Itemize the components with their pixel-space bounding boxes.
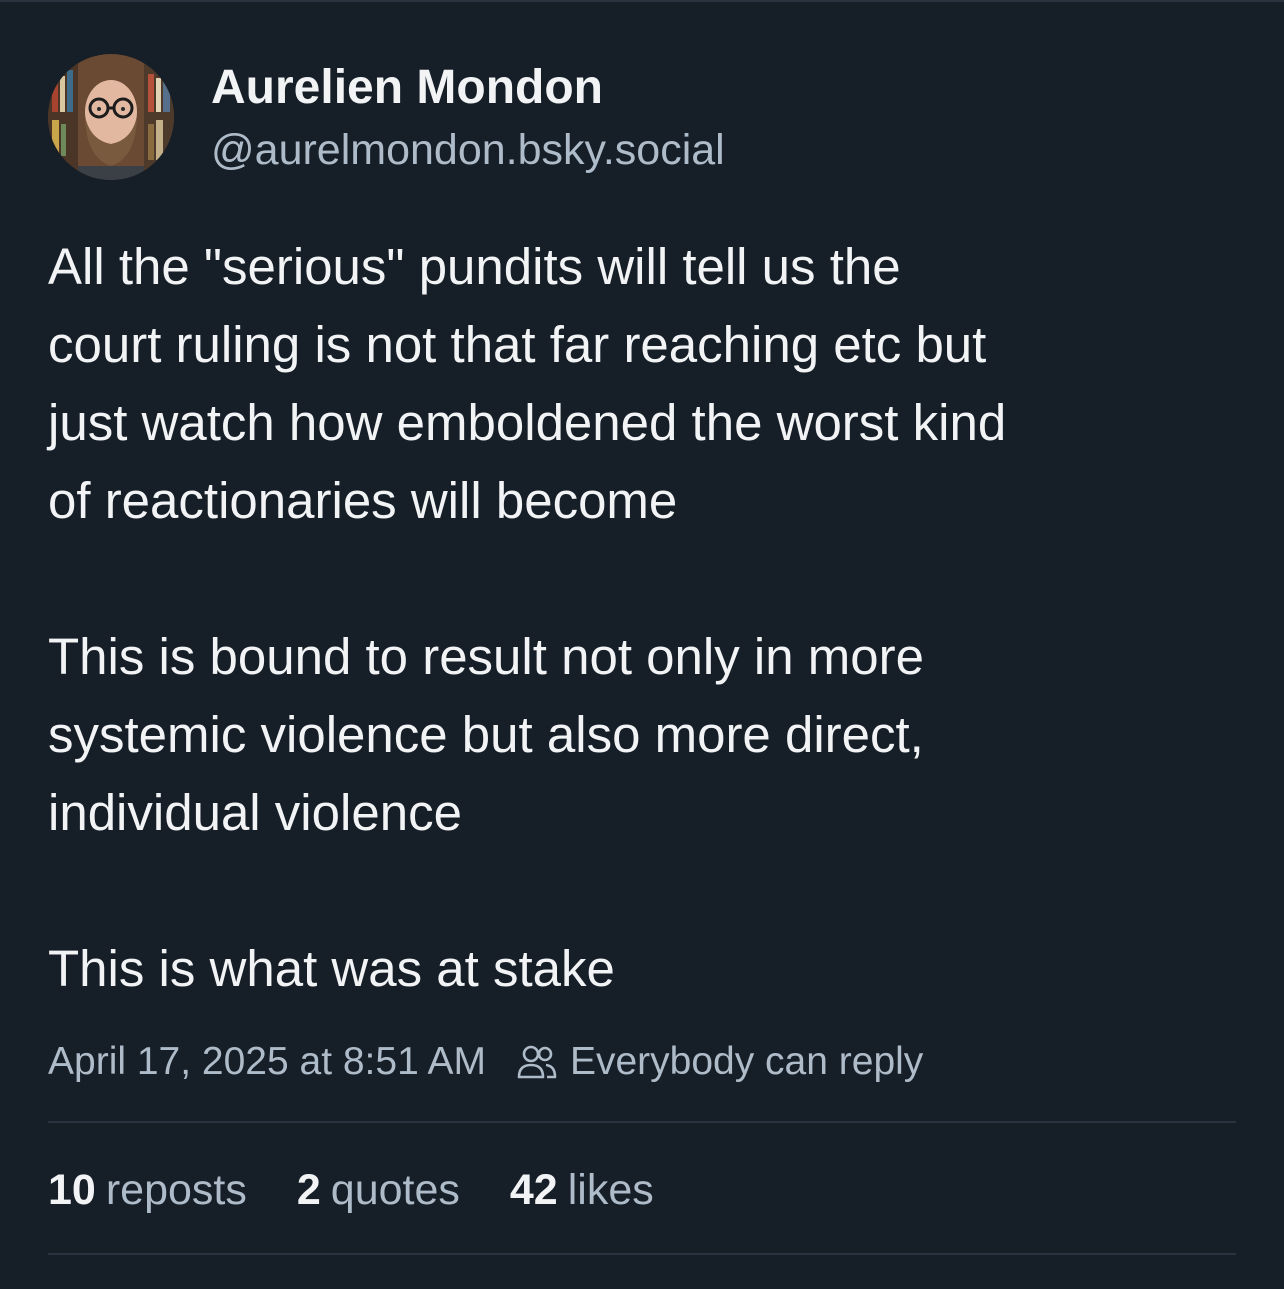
reposts-label: reposts [105, 1165, 247, 1214]
post-text-line: All the "serious" pundits will tell us t… [48, 238, 901, 295]
engagement-stats: 10 reposts 2 quotes 42 likes [48, 1160, 704, 1220]
post-text-line: just watch how emboldened the worst kind [48, 394, 1007, 451]
likes-stat[interactable]: 42 likes [510, 1166, 654, 1215]
post-text-line: systemic violence but also more direct, [48, 706, 924, 763]
top-border [0, 0, 1284, 2]
post-text-line: This is what was at stake [48, 940, 615, 997]
author-display-name[interactable]: Aurelien Mondon [211, 60, 603, 115]
post-timestamp[interactable]: April 17, 2025 at 8:51 AM [48, 1040, 486, 1084]
post-text-line: court ruling is not that far reaching et… [48, 316, 987, 373]
post-header: Aurelien Mondon @aurelmondon.bsky.social [48, 54, 1236, 182]
post-meta: April 17, 2025 at 8:51 AM Everybody can … [48, 1034, 923, 1090]
post-text-line: of reactionaries will become [48, 472, 678, 529]
divider [48, 1253, 1236, 1255]
reposts-stat[interactable]: 10 reposts [48, 1166, 247, 1215]
avatar[interactable] [48, 54, 174, 180]
quotes-label: quotes [330, 1165, 460, 1214]
reply-setting-label: Everybody can reply [569, 1040, 924, 1083]
reposts-count: 10 [48, 1165, 96, 1214]
likes-label: likes [567, 1165, 654, 1214]
post-text-line: This is bound to result not only in more [48, 628, 924, 685]
post-body: All the "serious" pundits will tell us t… [48, 228, 1238, 1008]
author-handle[interactable]: @aurelmondon.bsky.social [211, 126, 725, 175]
reply-setting[interactable]: Everybody can reply [516, 1040, 923, 1084]
likes-count: 42 [509, 1165, 558, 1214]
post-text-line: individual violence [48, 784, 462, 841]
avatar-image [48, 54, 174, 180]
people-icon [517, 1045, 557, 1079]
quotes-count: 2 [296, 1165, 321, 1214]
quotes-stat[interactable]: 2 quotes [297, 1166, 460, 1215]
divider [48, 1121, 1236, 1123]
